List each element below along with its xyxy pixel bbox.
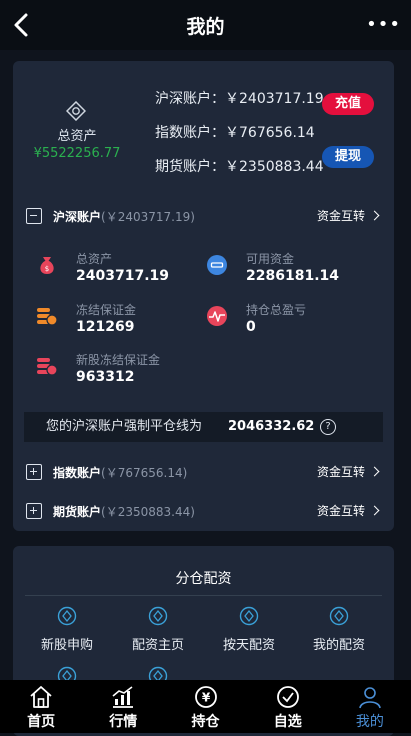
index-account-row[interactable]: 指数账户(￥767656.14) 资金互转 [13,461,394,485]
futures-transfer-label: 资金互转 [316,504,365,518]
page-title: 我的 [186,15,225,38]
stat-label: 新股冻结保证金 [76,353,161,367]
home-icon [30,686,52,708]
menu-ipo-subscribe[interactable]: 新股申购 [27,606,107,653]
stat-value: 0 [246,319,256,335]
stat-label: 冻结保证金 [76,303,137,317]
stat-label: 可用资金 [246,252,295,266]
total-assets-value: ¥5522256.77 [33,146,121,161]
stat-value: 2403717.19 [76,268,169,284]
tab-positions[interactable]: ¥ 持仓 [164,680,246,733]
futures-account-amount: (￥2350883.44) [101,505,195,519]
allocation-title: 分仓配资 [175,571,232,587]
stat-label: 总资产 [76,252,113,266]
hs-transfer-button[interactable]: 资金互转 [316,207,380,224]
futures-account-name: 期货账户 [53,505,102,519]
menu-label: 按天配资 [222,638,275,653]
yuan-coin-icon: ¥ [194,686,217,708]
divider [25,595,382,596]
svg-text:¥: ¥ [201,691,210,705]
menu-label: 配资主页 [131,638,184,653]
check-circle-icon [276,686,299,708]
menu-daily-allocation[interactable]: 按天配资 [209,606,289,653]
chart-icon [112,686,134,708]
menu-label: 新股申购 [40,638,93,653]
chevron-right-icon [369,210,380,221]
stat-value: 963312 [76,369,135,385]
menu-label: 我的配资 [312,638,365,653]
stat-position-pnl: 持仓总盈亏 0 [206,301,376,341]
bottom-tab-bar: 首页 行情 ¥ 持仓 自选 我的 [0,680,411,733]
total-assets-icon [66,101,86,121]
coins-stack-icon [37,308,58,326]
futures-account-row[interactable]: 期货账户(￥2350883.44) 资金互转 [13,500,394,524]
stat-label: 持仓总盈亏 [246,303,307,317]
tab-market[interactable]: 行情 [82,680,164,733]
stat-ipo-frozen-margin: 新股冻结保证金 963312 [36,351,206,391]
withdraw-button[interactable]: 提现 [322,146,374,168]
diamond-badge-icon [239,606,259,626]
menu-allocation-home[interactable]: 配资主页 [118,606,198,653]
chevron-right-icon [369,466,380,477]
index-account-line: 指数账户：￥767656.14 [155,125,315,141]
liquidation-line-banner: 您的沪深账户强制平仓线为 2046332.62 ? [24,412,383,442]
account-card: 总资产 ¥5522256.77 沪深账户：￥2403717.19 指数账户：￥7… [13,61,394,531]
more-icon[interactable]: ••• [366,14,401,35]
total-assets-label: 总资产 [57,129,97,144]
stat-frozen-margin: 冻结保证金 121269 [36,301,206,341]
top-bar: 我的 ••• [0,0,411,50]
stat-total-assets: $ 总资产 2403717.19 [36,250,206,290]
coins-stack-icon [37,358,58,376]
help-icon[interactable]: ? [320,419,336,435]
index-transfer-button[interactable]: 资金互转 [316,463,380,480]
hs-account-row[interactable]: 沪深账户(￥2403717.19) 资金互转 [13,205,394,229]
tab-label: 行情 [109,714,138,730]
stat-available-funds: 可用资金 2286181.14 [206,250,376,290]
hs-transfer-label: 资金互转 [316,209,365,223]
tab-me[interactable]: 我的 [329,680,411,733]
hs-account-amount: (￥2403717.19) [101,210,195,224]
index-transfer-label: 资金互转 [316,465,365,479]
coin-icon [207,255,227,275]
svg-text:$: $ [45,265,49,273]
tab-home[interactable]: 首页 [0,680,82,733]
futures-transfer-button[interactable]: 资金互转 [316,502,380,519]
index-account-name: 指数账户 [53,466,102,480]
expand-icon[interactable] [26,464,42,480]
tab-label: 首页 [27,714,56,730]
futures-account-line: 期货账户：￥2350883.44 [155,159,324,175]
recharge-button[interactable]: 充值 [322,93,374,115]
index-account-amount: (￥767656.14) [101,466,188,480]
pulse-icon [207,306,227,326]
tab-watchlist[interactable]: 自选 [247,680,329,733]
liquidation-label: 您的沪深账户强制平仓线为 [46,419,203,434]
tab-label: 持仓 [191,714,220,730]
money-bag-icon: $ [40,257,54,274]
chevron-right-icon [369,505,380,516]
tab-label: 自选 [273,714,302,730]
expand-icon[interactable] [26,503,42,519]
collapse-icon[interactable] [26,208,42,224]
diamond-badge-icon [329,606,349,626]
stat-value: 121269 [76,319,135,335]
user-icon [359,687,381,709]
diamond-badge-icon [148,606,168,626]
hs-account-line: 沪深账户：￥2403717.19 [155,91,324,107]
back-arrow-icon[interactable] [10,12,34,38]
hs-account-name: 沪深账户 [53,210,102,224]
stat-value: 2286181.14 [246,268,339,284]
tab-label: 我的 [355,714,384,730]
asset-summary: 总资产 ¥5522256.77 沪深账户：￥2403717.19 指数账户：￥7… [13,61,394,191]
liquidation-value: 2046332.62 [228,419,315,434]
menu-my-allocation[interactable]: 我的配资 [299,606,379,653]
diamond-badge-icon [57,606,77,626]
